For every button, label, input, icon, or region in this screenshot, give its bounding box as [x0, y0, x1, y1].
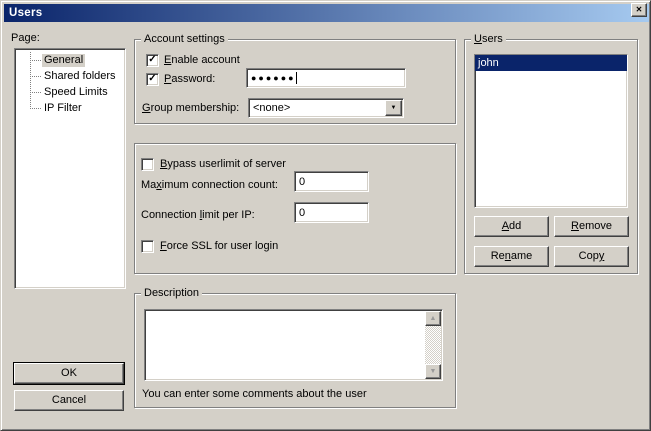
page-item-label: General [42, 54, 85, 67]
rename-user-button[interactable]: Rename [474, 246, 549, 267]
max-connection-label: Maximum connection count: [141, 179, 278, 192]
password-field[interactable]: ●●●●●● [246, 68, 406, 88]
page-item-label: Shared folders [42, 70, 118, 83]
password-checkbox[interactable] [146, 73, 159, 86]
enable-account-checkbox[interactable] [146, 54, 159, 67]
description-title: Description [141, 287, 202, 300]
group-membership-select[interactable]: <none> ▼ [248, 98, 404, 118]
window-title: Users [9, 7, 42, 19]
remove-user-button[interactable]: Remove [554, 216, 629, 237]
description-hint: You can enter some comments about the us… [142, 388, 367, 401]
dropdown-button[interactable]: ▼ [385, 100, 402, 116]
enable-account-label[interactable]: Enable account [164, 54, 240, 67]
page-item-label: IP Filter [42, 102, 84, 115]
scroll-up-button[interactable]: ▲ [425, 311, 441, 326]
group-membership-value: <none> [253, 102, 290, 114]
close-button[interactable]: ✕ [631, 3, 647, 17]
page-item-shared-folders[interactable]: Shared folders [15, 68, 125, 84]
scroll-down-button[interactable]: ▼ [425, 364, 441, 379]
cancel-button[interactable]: Cancel [14, 390, 124, 411]
ok-button[interactable]: OK [14, 363, 124, 384]
description-scrollbar[interactable]: ▲ ▼ [425, 311, 441, 379]
page-item-speed-limits[interactable]: Speed Limits [15, 84, 125, 100]
max-connection-input[interactable] [297, 173, 366, 190]
text-caret [296, 72, 297, 84]
connection-limit-ip-input[interactable] [297, 204, 366, 221]
connection-limit-ip-label: Connection limit per IP: [141, 209, 255, 222]
page-item-general[interactable]: General [15, 52, 125, 68]
bypass-userlimit-checkbox[interactable] [141, 158, 154, 171]
add-user-button[interactable]: Add [474, 216, 549, 237]
user-name: john [478, 57, 499, 70]
description-input[interactable]: ▲ ▼ [144, 309, 443, 381]
copy-user-button[interactable]: Copy [554, 246, 629, 267]
group-membership-label: Group membership: [142, 102, 239, 115]
close-icon: ✕ [636, 6, 643, 14]
connection-limit-ip-field-wrap [294, 202, 369, 223]
users-dialog: Users ✕ Page: General Shared folders Spe… [0, 0, 651, 431]
force-ssl-label[interactable]: Force SSL for user login [160, 240, 278, 253]
force-ssl-checkbox[interactable] [141, 240, 154, 253]
password-masked-value: ●●●●●● [251, 74, 296, 83]
page-item-label: Speed Limits [42, 86, 110, 99]
page-list-label: Page: [11, 32, 40, 45]
titlebar[interactable]: Users [4, 4, 649, 22]
chevron-down-icon: ▼ [391, 105, 397, 111]
arrow-down-icon: ▼ [430, 368, 437, 375]
bypass-userlimit-label[interactable]: Bypass userlimit of server [160, 158, 286, 171]
arrow-up-icon: ▲ [430, 315, 437, 322]
password-label[interactable]: Password: [164, 73, 215, 86]
account-settings-title: Account settings [141, 33, 228, 46]
users-listbox[interactable]: john [474, 54, 628, 208]
users-group-title: Users [471, 33, 506, 46]
max-connection-field-wrap [294, 171, 369, 192]
page-tree[interactable]: General Shared folders Speed Limits IP F… [14, 48, 126, 289]
user-list-item[interactable]: john [475, 55, 627, 71]
page-item-ip-filter[interactable]: IP Filter [15, 100, 125, 116]
